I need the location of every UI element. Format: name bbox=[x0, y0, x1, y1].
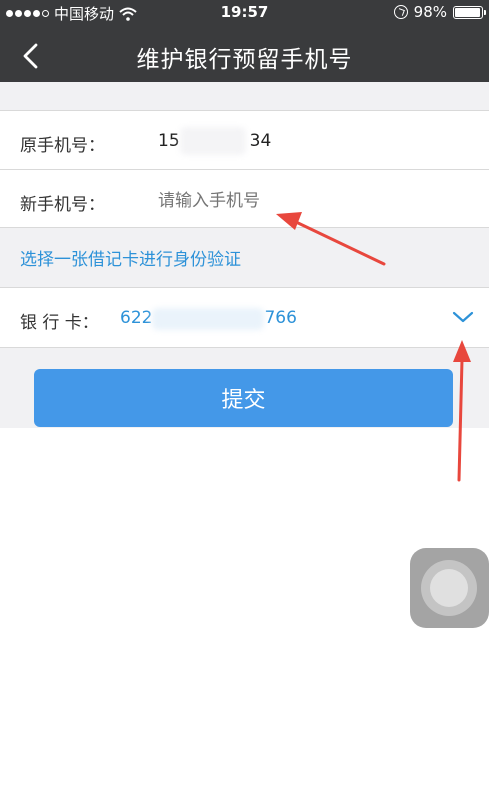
arrow-to-new-phone bbox=[276, 212, 386, 266]
arrow-to-dropdown bbox=[453, 340, 471, 482]
annotation-arrows bbox=[276, 212, 471, 482]
